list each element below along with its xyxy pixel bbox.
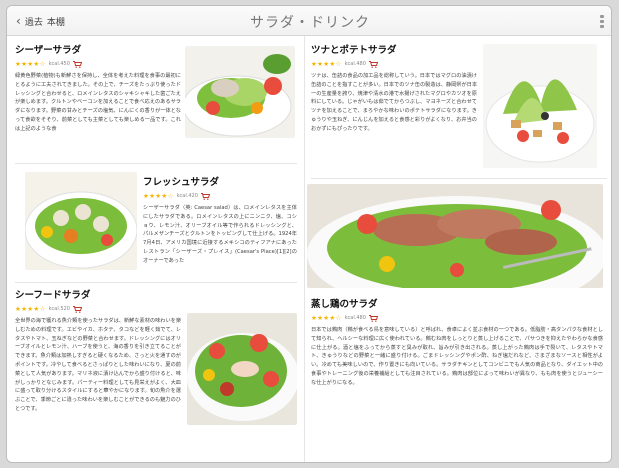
recipe-photo — [483, 44, 597, 168]
rating-stars: ★★★★☆ — [311, 60, 342, 68]
recipe-description: 全世界の海で獲れる魚介類を使ったサラダは、新鮮な素材の味わいを楽しむための料理で… — [15, 318, 181, 412]
recipe-title: フレッシュサラダ — [143, 177, 220, 188]
recipe-description: 緑黄色野菜(植物)も新鮮さを保持し、全体を考えた料理を食事の最初にとるように工夫… — [15, 73, 181, 132]
calorie-label: kcal.450 — [48, 61, 70, 67]
rating-stars: ★★★★☆ — [15, 60, 46, 68]
calorie-label: kcal.480 — [344, 315, 366, 321]
rating-stars: ★★★★☆ — [15, 305, 46, 313]
app-window: ‹ 過去 本棚 サラダ・ドリンク シーザーサラダ ★★★★☆ kcal.450 緑… — [6, 5, 612, 463]
recipe-photo — [25, 172, 137, 270]
card-divider — [311, 178, 607, 179]
recipe-card-seafood[interactable]: シーフードサラダ ★★★★☆ kcal.520 全世界の海で獲れる魚介類を使った… — [15, 287, 297, 462]
cart-icon[interactable] — [200, 192, 210, 200]
cart-icon[interactable] — [368, 314, 378, 322]
recipe-card-caesar[interactable]: シーザーサラダ ★★★★☆ kcal.450 緑黄色野菜(植物)も新鮮さを保持し… — [15, 42, 295, 160]
rating-stars: ★★★★☆ — [143, 192, 174, 200]
column-divider — [304, 36, 305, 462]
card-divider — [15, 163, 297, 164]
recipe-photo — [307, 184, 603, 288]
recipe-meta: ★★★★☆ kcal.520 — [15, 305, 297, 313]
rating-stars: ★★★★☆ — [311, 314, 342, 322]
recipe-description: 日本では鶏肉（鶏が食べる鳥を意味している）と呼ばれ、食卓によく並ぶ食材の一つであ… — [311, 327, 603, 386]
recipe-card-tuna-potato[interactable]: ツナとポテトサラダ ★★★★☆ kcal.480 ツナは、缶詰の食品の加工品を総… — [311, 42, 607, 174]
more-menu-icon[interactable] — [600, 15, 604, 28]
recipe-photo — [185, 46, 295, 138]
calorie-label: kcal.420 — [176, 193, 198, 199]
calorie-label: kcal.520 — [48, 306, 70, 312]
cart-icon[interactable] — [368, 60, 378, 68]
recipe-description: シーザーサラダ（英: Caesar salad）は、ロメインレタスを主体にしたサ… — [143, 205, 297, 264]
cart-icon[interactable] — [72, 305, 82, 313]
recipe-photo — [187, 313, 297, 425]
recipe-meta: ★★★★☆ kcal.480 — [311, 314, 603, 322]
page-title: サラダ・ドリンク — [250, 15, 370, 31]
calorie-label: kcal.480 — [344, 61, 366, 67]
top-bar: ‹ 過去 本棚 サラダ・ドリンク — [7, 6, 611, 36]
recipe-description: ツナは、缶詰の食品の加工品を総称していう。日本ではマグロの油漬け缶詰のことを指す… — [311, 73, 477, 132]
recipe-meta: ★★★★☆ kcal.420 — [143, 192, 297, 200]
recipe-card-steamed-chicken[interactable]: 蒸し鶏のサラダ ★★★★☆ kcal.480 日本では鶏肉（鶏が食べる鳥を意味し… — [307, 184, 607, 462]
recipe-title: シーフードサラダ — [15, 290, 91, 301]
card-divider — [15, 282, 297, 283]
cart-icon[interactable] — [72, 60, 82, 68]
recipe-card-fresh[interactable]: フレッシュサラダ ★★★★☆ kcal.420 シーザーサラダ（英: Caesa… — [15, 168, 297, 278]
recipe-title: 蒸し鶏のサラダ — [311, 299, 378, 310]
